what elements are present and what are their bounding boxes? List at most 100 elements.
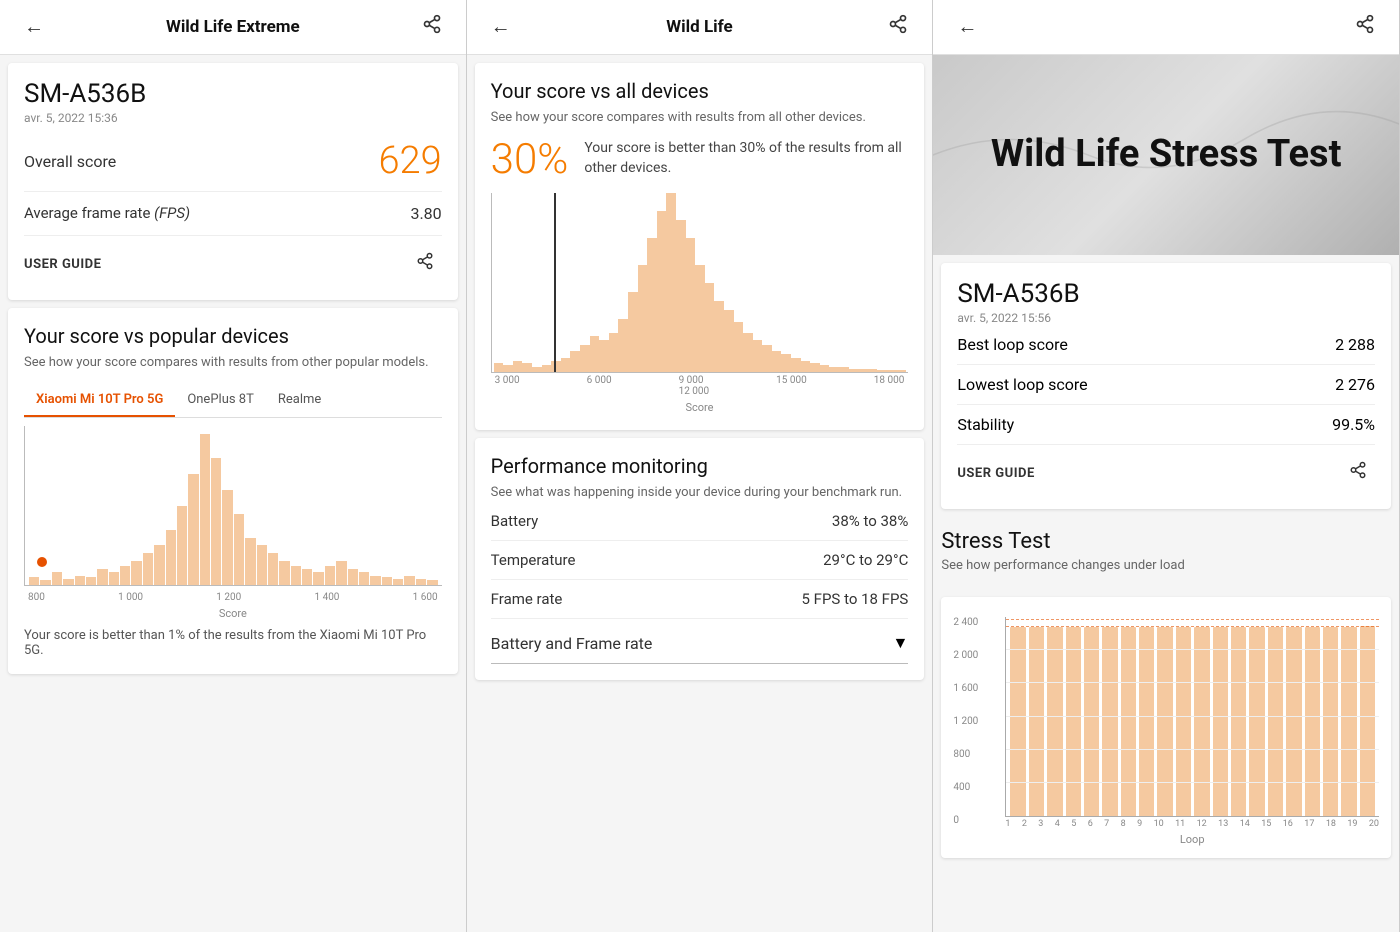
framerate-value: 5 FPS to 18 FPS bbox=[802, 590, 909, 608]
loop-x-2: 2 bbox=[1022, 819, 1027, 829]
fps-value: 3.80 bbox=[410, 204, 441, 223]
x-label-1200: 1 200 bbox=[216, 592, 241, 603]
popular-title: Your score vs popular devices bbox=[24, 324, 442, 348]
share-button-1[interactable] bbox=[414, 10, 450, 44]
tab-realme[interactable]: Realme bbox=[266, 384, 333, 417]
loop-x-3: 3 bbox=[1038, 819, 1043, 829]
loop-bar-16 bbox=[1286, 627, 1301, 816]
loop-bar-4 bbox=[1066, 627, 1081, 816]
panel-content-3: Wild Life Stress Test SM-A536B avr. 5, 2… bbox=[933, 55, 1399, 932]
user-guide-label-3: USER GUIDE bbox=[957, 466, 1034, 481]
dist-vertical-line bbox=[554, 193, 556, 372]
y-label-2400: 2 400 bbox=[953, 617, 999, 628]
back-button-2[interactable]: ← bbox=[483, 12, 519, 43]
panel-wild-life-extreme: ← Wild Life Extreme SM-A536B avr. 5, 202… bbox=[0, 0, 467, 932]
stress-info-card: SM-A536B avr. 5, 2022 15:56 Best loop sc… bbox=[941, 263, 1391, 509]
user-guide-label-1: USER GUIDE bbox=[24, 257, 101, 272]
temperature-value: 29°C to 29°C bbox=[823, 551, 908, 569]
popular-chart-bars bbox=[25, 426, 442, 585]
panel-title-2: Wild Life bbox=[666, 17, 732, 37]
battery-label: Battery bbox=[491, 512, 539, 530]
loop-chart bbox=[1005, 617, 1379, 817]
loop-bar-2 bbox=[1029, 627, 1044, 816]
loop-x-axis-title: Loop bbox=[1005, 833, 1379, 846]
popular-chart bbox=[24, 426, 442, 586]
loop-bar-6 bbox=[1102, 627, 1117, 816]
panel-title-1: Wild Life Extreme bbox=[166, 17, 300, 37]
loop-chart-bars bbox=[1006, 617, 1379, 816]
x-label-1000: 1 000 bbox=[118, 592, 143, 603]
x-label-6000: 6 000 bbox=[587, 375, 612, 397]
x-label-1400: 1 400 bbox=[314, 592, 339, 603]
lowest-loop-row: Lowest loop score 2 276 bbox=[957, 365, 1375, 405]
stress-test-section: Stress Test See how performance changes … bbox=[933, 517, 1399, 585]
loop-bar-10 bbox=[1176, 627, 1191, 816]
user-guide-row-1: USER GUIDE bbox=[24, 236, 442, 284]
stress-device-name: SM-A536B bbox=[957, 279, 1375, 309]
battery-row: Battery 38% to 38% bbox=[491, 502, 909, 541]
lowest-loop-label: Lowest loop score bbox=[957, 375, 1087, 394]
x-label-9000: 9 00012 000 bbox=[679, 375, 710, 397]
fps-row: Average frame rate (FPS) 3.80 bbox=[24, 192, 442, 236]
percent-desc: Your score is better than 30% of the res… bbox=[584, 139, 908, 178]
dist-chart bbox=[491, 193, 909, 373]
loop-x-1: 1 bbox=[1005, 819, 1010, 829]
temperature-row: Temperature 29°C to 29°C bbox=[491, 541, 909, 580]
loop-x-15: 15 bbox=[1261, 819, 1271, 829]
loop-x-8: 8 bbox=[1121, 819, 1126, 829]
tab-oneplus[interactable]: OnePlus 8T bbox=[175, 384, 266, 417]
loop-bar-9 bbox=[1157, 627, 1172, 816]
back-button-3[interactable]: ← bbox=[949, 12, 985, 43]
loop-x-10: 10 bbox=[1154, 819, 1164, 829]
loop-x-20: 20 bbox=[1369, 819, 1379, 829]
y-label-1600: 1 600 bbox=[953, 683, 999, 694]
loop-x-18: 18 bbox=[1326, 819, 1336, 829]
loop-bar-19 bbox=[1341, 627, 1356, 816]
vs-all-desc: See how your score compares with results… bbox=[491, 109, 909, 127]
fps-label: Average frame rate (FPS) bbox=[24, 204, 190, 223]
y-label-0: 0 bbox=[953, 815, 999, 826]
y-label-2000: 2 000 bbox=[953, 650, 999, 661]
tabs-row: Xiaomi Mi 10T Pro 5G OnePlus 8T Realme bbox=[24, 384, 442, 418]
top-bar-3: ← bbox=[933, 0, 1399, 55]
stress-section-desc: See how performance changes under load bbox=[941, 558, 1391, 573]
loop-bar-8 bbox=[1139, 627, 1154, 816]
loop-x-12: 12 bbox=[1197, 819, 1207, 829]
loop-x-4: 4 bbox=[1055, 819, 1060, 829]
x-label-3000: 3 000 bbox=[495, 375, 520, 397]
reference-line bbox=[1006, 619, 1379, 620]
dist-x-title: Score bbox=[491, 401, 909, 414]
share-button-3[interactable] bbox=[1347, 10, 1383, 44]
loop-bar-3 bbox=[1047, 627, 1062, 816]
stress-device-date: avr. 5, 2022 15:56 bbox=[957, 311, 1375, 325]
score-card-1: SM-A536B avr. 5, 2022 15:36 Overall scor… bbox=[8, 63, 458, 300]
loop-bar-12 bbox=[1213, 627, 1228, 816]
x-label-800: 800 bbox=[28, 592, 45, 603]
y-label-800: 800 bbox=[953, 749, 999, 760]
share-button-2[interactable] bbox=[880, 10, 916, 44]
tab-xiaomi[interactable]: Xiaomi Mi 10T Pro 5G bbox=[24, 384, 175, 417]
chart-x-title-1: Score bbox=[24, 607, 442, 620]
y-label-1200: 1 200 bbox=[953, 716, 999, 727]
loop-chart-wrap: 0 400 800 1 200 1 600 2 000 2 400 bbox=[941, 597, 1391, 858]
loop-x-11: 11 bbox=[1175, 819, 1185, 829]
hero-title: Wild Life Stress Test bbox=[991, 132, 1342, 178]
device-name-1: SM-A536B bbox=[24, 79, 442, 109]
x-label-15000: 15 000 bbox=[776, 375, 807, 397]
chart-x-labels-1: 800 1 000 1 200 1 400 1 600 bbox=[24, 590, 442, 605]
lowest-loop-value: 2 276 bbox=[1335, 375, 1375, 394]
loop-bar-14 bbox=[1249, 627, 1264, 816]
device-date-1: avr. 5, 2022 15:36 bbox=[24, 111, 442, 125]
user-guide-share-1[interactable] bbox=[408, 248, 442, 280]
x-label-18000: 18 000 bbox=[874, 375, 905, 397]
panel-content-1: SM-A536B avr. 5, 2022 15:36 Overall scor… bbox=[0, 55, 466, 932]
top-bar-2: ← Wild Life bbox=[467, 0, 933, 55]
battery-value: 38% to 38% bbox=[832, 512, 908, 530]
user-guide-share-3[interactable] bbox=[1341, 457, 1375, 489]
framerate-row: Frame rate 5 FPS to 18 FPS bbox=[491, 580, 909, 619]
temperature-label: Temperature bbox=[491, 551, 576, 569]
percent-row: 30% Your score is better than 30% of the… bbox=[491, 139, 909, 181]
dropdown-label: Battery and Frame rate bbox=[491, 634, 653, 653]
back-button-1[interactable]: ← bbox=[16, 12, 52, 43]
battery-framerate-dropdown[interactable]: Battery and Frame rate ▼ bbox=[491, 619, 909, 664]
